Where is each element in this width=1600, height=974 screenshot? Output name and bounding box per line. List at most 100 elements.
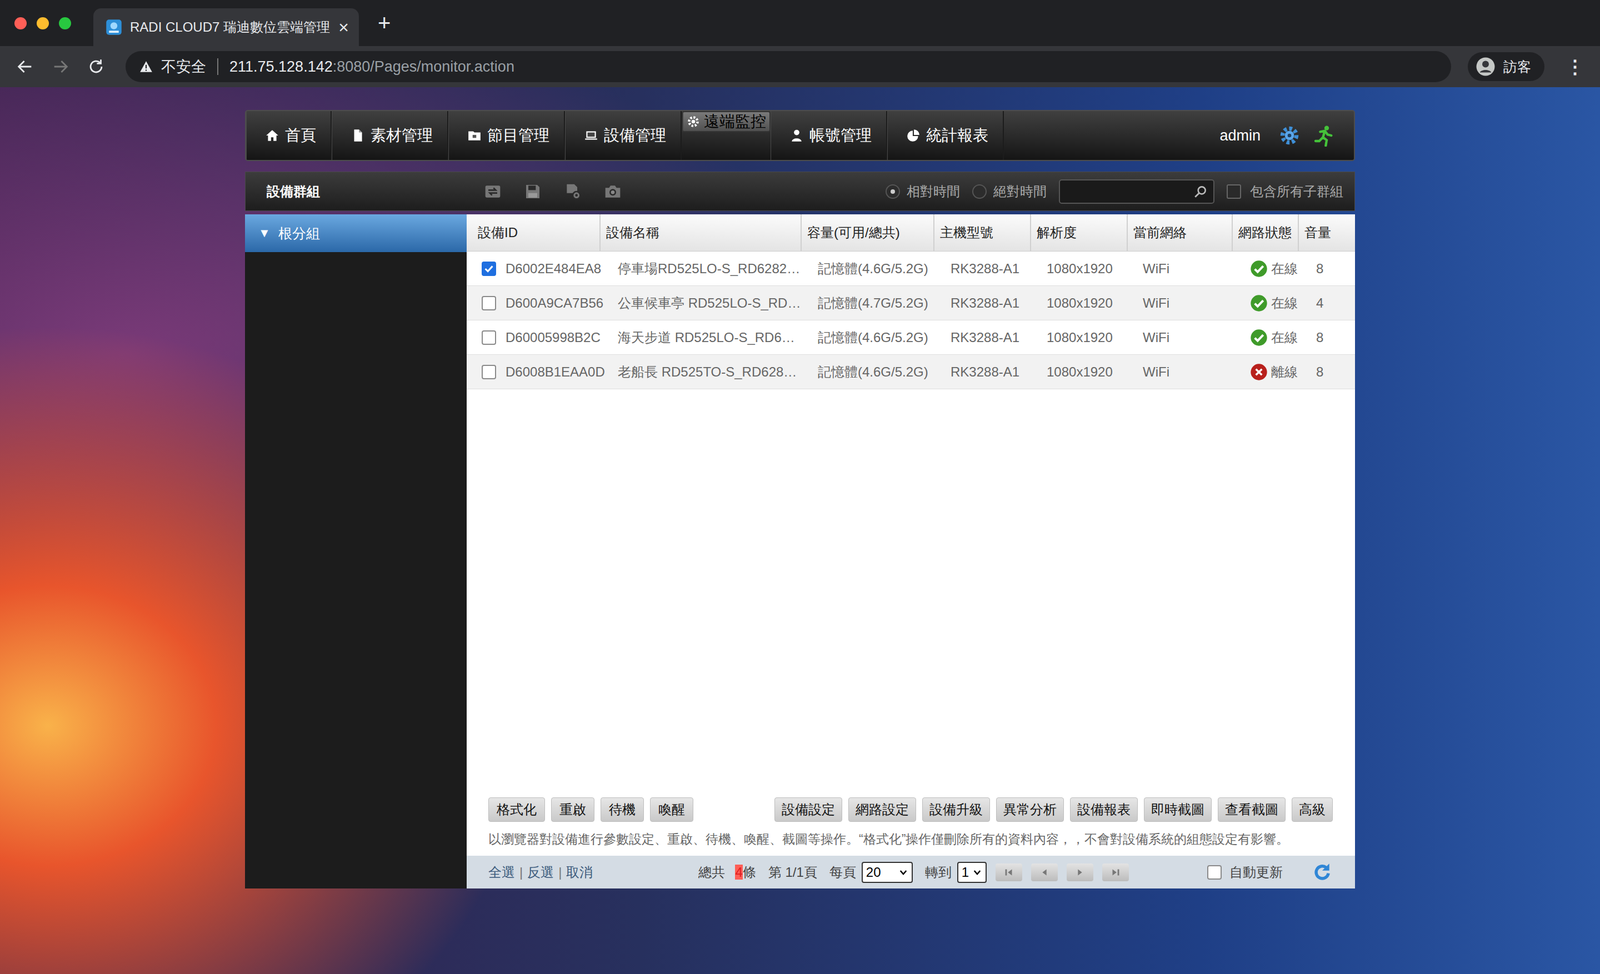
logout-runner-icon[interactable] (1312, 124, 1335, 147)
tab-close-button[interactable]: × (338, 17, 349, 38)
action-button[interactable]: 異常分析 (996, 797, 1064, 823)
profile-label: 訪客 (1503, 57, 1532, 77)
auto-refresh-group: 自動更新 (1207, 862, 1333, 884)
action-button[interactable]: 網路設定 (848, 797, 917, 823)
nav-item[interactable]: 設備管理 (565, 111, 682, 160)
row-checkbox[interactable] (481, 365, 497, 380)
user-area: admin (1219, 111, 1354, 160)
url-host: 211.75.128.142 (229, 58, 333, 76)
nav-item[interactable]: 帳號管理 (770, 111, 888, 160)
volume: 8 (1316, 251, 1355, 286)
tree-toggle[interactable]: ▼ (258, 226, 271, 241)
device-name: 海天步道 RD525LO-S_RD6… (617, 320, 818, 355)
network: WiFi (1142, 355, 1250, 389)
camera-icon[interactable] (603, 182, 622, 201)
profile-button[interactable]: 訪客 (1467, 52, 1545, 82)
action-button[interactable]: 即時截圖 (1143, 797, 1212, 823)
document-settings-icon[interactable] (563, 182, 582, 201)
selection-link[interactable]: 取消 (566, 863, 593, 882)
close-light[interactable] (14, 17, 27, 30)
action-button[interactable]: 設備報表 (1070, 797, 1138, 823)
action-button[interactable]: 高級 (1291, 797, 1333, 823)
column-header[interactable]: 設備名稱 (599, 214, 801, 252)
nav-item[interactable]: 首頁 (246, 111, 332, 160)
total-label: 總共 (698, 863, 725, 882)
row-checkbox[interactable] (481, 296, 497, 311)
settings-gear-icon[interactable] (1278, 124, 1301, 147)
last-page-button[interactable] (1102, 863, 1129, 882)
nav-item[interactable]: 素材管理 (331, 111, 449, 160)
sidebar-item[interactable]: ▼ 根分組 (245, 214, 467, 253)
time-mode-radio[interactable]: 絕對時間 (972, 182, 1047, 201)
column-header[interactable]: 當前網絡 (1126, 214, 1232, 252)
auto-refresh-checkbox[interactable] (1207, 865, 1222, 880)
column-header[interactable]: 解析度 (1030, 214, 1127, 252)
subgroups-checkbox[interactable] (1226, 184, 1242, 199)
selection-link[interactable]: 反選 (527, 863, 554, 882)
nav-item[interactable]: 節目管理 (448, 111, 565, 160)
page-info: 第 1/1頁 (768, 863, 818, 882)
column-header[interactable]: 設備ID (466, 214, 600, 252)
radio-circle (972, 184, 987, 199)
selection-link[interactable]: 全選 (488, 863, 515, 882)
browser-menu-button[interactable]: ⋮ (1561, 55, 1589, 78)
table-row[interactable]: D600A9CA7B56 公車候車亭 RD525LO-S_RD… 記憶體(4.7… (466, 286, 1355, 321)
browser-tab[interactable]: RADI CLOUD7 瑞迪數位雲端管理 × (93, 8, 359, 47)
action-button[interactable]: 格式化 (488, 797, 545, 823)
forward-arrow-icon[interactable] (51, 57, 70, 77)
row-check-cell (466, 355, 506, 389)
device-name: 停車場RD525LO-S_RD6282… (617, 251, 818, 286)
column-header[interactable]: 主機型號 (933, 214, 1030, 252)
action-button[interactable]: 待機 (600, 797, 644, 823)
table-row[interactable]: D6008B1EAA0D 老船長 RD525TO-S_RD628… 記憶體(4.… (466, 355, 1355, 390)
volume: 8 (1316, 355, 1355, 389)
column-header[interactable]: 容量(可用/總共) (800, 214, 934, 252)
folder-icon (467, 128, 482, 143)
model: RK3288-A1 (950, 251, 1047, 286)
url-path: :8080/Pages/monitor.action (332, 58, 515, 76)
row-checkbox[interactable] (481, 261, 497, 277)
group-label: 根分組 (278, 224, 320, 243)
search-field[interactable] (1058, 179, 1215, 204)
refresh-icon[interactable] (1311, 862, 1333, 884)
action-button[interactable]: 設備升級 (922, 797, 990, 823)
include-subgroups[interactable]: 包含所有子群組 (1226, 182, 1344, 201)
row-checkbox[interactable] (481, 330, 497, 345)
action-button[interactable]: 喚醒 (650, 797, 694, 823)
chevron-down-icon (972, 867, 983, 878)
nav-item[interactable]: 統計報表 (887, 111, 1004, 160)
back-arrow-icon[interactable] (15, 57, 35, 77)
new-tab-button[interactable]: + (377, 10, 391, 36)
auto-refresh-label: 自動更新 (1229, 863, 1283, 882)
radio-circle (885, 184, 900, 199)
screen: RADI CLOUD7 瑞迪數位雲端管理 × + 不安全 211.75.128.… (0, 0, 1600, 974)
action-button[interactable]: 設備設定 (774, 797, 843, 823)
transfer-icon[interactable] (483, 182, 502, 201)
reload-icon[interactable] (86, 57, 106, 77)
action-button[interactable]: 重啟 (551, 797, 595, 823)
column-header[interactable]: 網路狀態 (1231, 214, 1298, 252)
online-check-icon (1250, 328, 1268, 347)
action-button[interactable]: 查看截圖 (1217, 797, 1286, 823)
save-icon[interactable] (523, 182, 542, 201)
offline-x-icon (1250, 363, 1268, 382)
per-page-select[interactable]: 20 (861, 862, 913, 884)
next-page-button[interactable] (1066, 863, 1094, 882)
monitor-panel: 設備群組 相對時間 絕對時間 包含所有子群組 ▼ 根分組 設備ID設備名稱容量(… (245, 171, 1355, 889)
table-row[interactable]: D60005998B2C 海天步道 RD525LO-S_RD6… 記憶體(4.6… (466, 320, 1355, 355)
prev-page-button[interactable] (1031, 863, 1058, 882)
resolution: 1080x1920 (1046, 251, 1143, 286)
search-icon[interactable] (1193, 184, 1208, 199)
laptop-icon (583, 128, 599, 143)
time-mode-radio[interactable]: 相對時間 (885, 182, 960, 201)
zoom-light[interactable] (58, 17, 72, 30)
nav-item[interactable]: 遠端監控 (681, 111, 771, 133)
online-check-icon (1250, 260, 1268, 278)
address-bar[interactable]: 不安全 211.75.128.142:8080/Pages/monitor.ac… (125, 51, 1452, 83)
first-page-button[interactable] (995, 863, 1023, 882)
status-label: 離線 (1271, 363, 1298, 382)
goto-select[interactable]: 1 (957, 862, 987, 884)
column-header[interactable]: 音量 (1297, 214, 1355, 252)
minimize-light[interactable] (36, 17, 49, 30)
table-row[interactable]: D6002E484EA8 停車場RD525LO-S_RD6282… 記憶體(4.… (466, 251, 1355, 287)
